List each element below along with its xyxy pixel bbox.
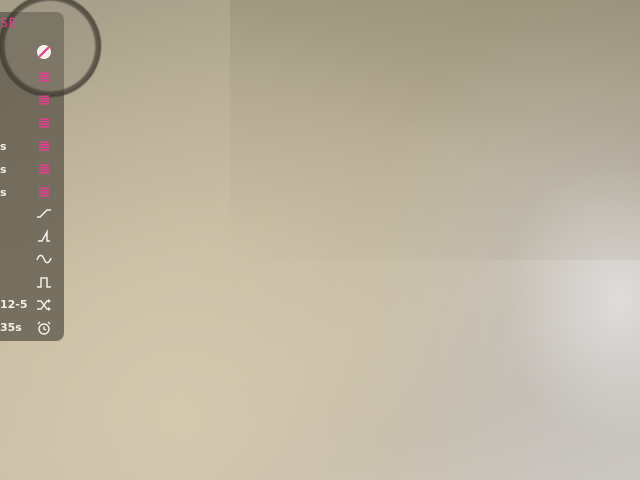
ramp-wave-icon[interactable] bbox=[36, 205, 52, 221]
row-value-label: s bbox=[0, 140, 7, 153]
background-shadow bbox=[230, 0, 640, 260]
menu-icon[interactable] bbox=[36, 115, 52, 131]
alarm-clock-icon[interactable] bbox=[36, 320, 52, 336]
app-label: SE bbox=[0, 16, 18, 30]
menu-icon[interactable] bbox=[36, 69, 52, 85]
row-value-label: s bbox=[0, 163, 7, 176]
camera-viewfinder: SE s s s 12-5 35s bbox=[0, 0, 640, 480]
menu-icon[interactable] bbox=[36, 161, 52, 177]
square-wave-icon[interactable] bbox=[36, 274, 52, 290]
menu-icon[interactable] bbox=[36, 92, 52, 108]
sawtooth-wave-icon[interactable] bbox=[36, 228, 52, 244]
row-value-label: 12-5 bbox=[0, 298, 28, 311]
row-value-label: s bbox=[0, 186, 7, 199]
shuffle-icon[interactable] bbox=[36, 297, 52, 313]
sine-wave-icon[interactable] bbox=[36, 251, 52, 267]
timer-value-label: 35s bbox=[0, 321, 22, 334]
no-entry-icon[interactable] bbox=[36, 44, 52, 60]
menu-icon[interactable] bbox=[36, 138, 52, 154]
menu-icon[interactable] bbox=[36, 184, 52, 200]
